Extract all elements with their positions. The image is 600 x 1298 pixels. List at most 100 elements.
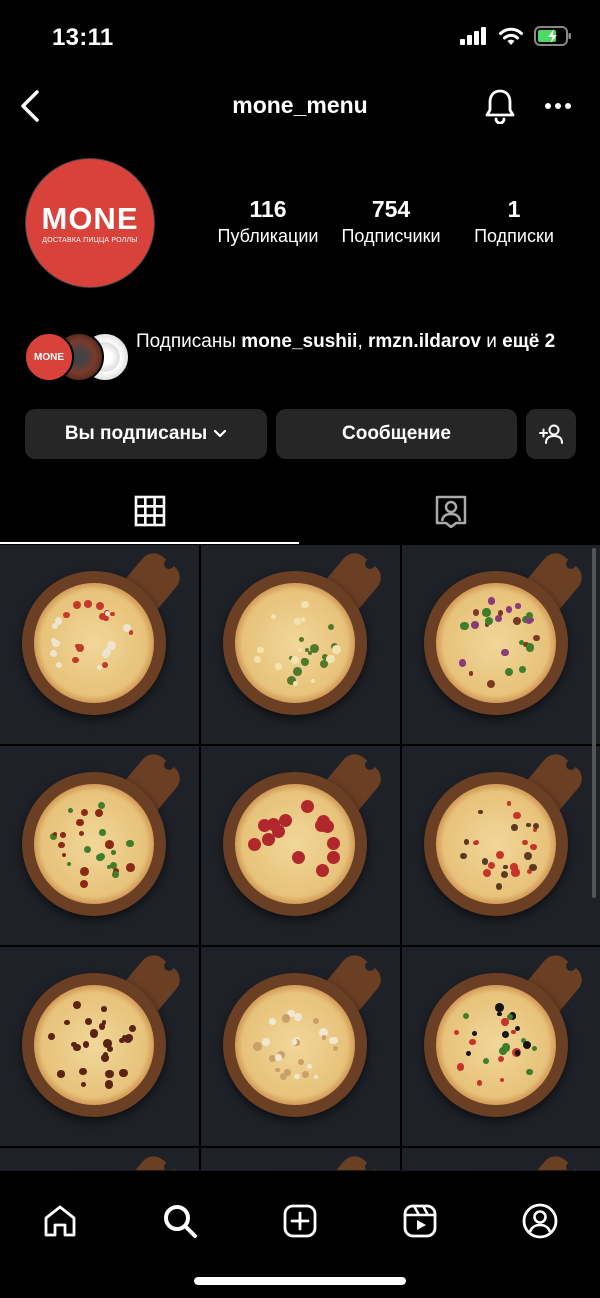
tab-posts-grid[interactable] xyxy=(0,478,299,544)
pizza-topping xyxy=(497,1011,502,1017)
pizza-topping xyxy=(291,655,300,664)
pizza-topping xyxy=(298,647,303,652)
nav-reels[interactable] xyxy=(390,1191,450,1251)
suggested-users-button[interactable] xyxy=(526,409,576,459)
pizza-topping xyxy=(292,667,302,676)
pizza-topping xyxy=(57,1070,65,1078)
pizza-topping xyxy=(61,852,67,858)
stat-posts[interactable]: 116 Публикации xyxy=(210,196,326,249)
board-hole xyxy=(566,559,576,569)
pizza-topping xyxy=(292,680,298,686)
post-thumbnail[interactable] xyxy=(402,746,600,945)
post-thumbnail[interactable] xyxy=(402,545,600,744)
pizza-topping xyxy=(294,1073,300,1080)
pizza-topping xyxy=(526,643,535,652)
pizza-topping xyxy=(327,623,335,631)
pizza-topping xyxy=(465,1050,471,1056)
pizza-topping xyxy=(102,649,110,658)
board-hole xyxy=(164,559,174,569)
pizza-topping xyxy=(261,832,275,846)
tab-tagged[interactable] xyxy=(301,478,600,544)
pizza-topping xyxy=(531,1046,537,1052)
stat-following[interactable]: 1 Подписки xyxy=(458,196,570,249)
pizza-topping xyxy=(275,1067,280,1073)
post-thumbnail[interactable] xyxy=(201,545,400,744)
pizza-topping xyxy=(515,1050,521,1056)
profile-icon xyxy=(522,1203,558,1239)
profile-avatar[interactable]: MONE ДОСТАВКА ПИЦЦА РОЛЛЫ xyxy=(25,158,155,288)
more-options-button[interactable] xyxy=(536,84,580,128)
pizza-topping xyxy=(254,656,262,664)
post-thumbnail[interactable] xyxy=(201,1148,400,1170)
stat-following-count: 1 xyxy=(507,196,521,222)
board-hole xyxy=(164,961,174,971)
pizza-topping xyxy=(506,1014,513,1021)
post-thumbnail[interactable] xyxy=(201,746,400,945)
post-thumbnail[interactable] xyxy=(402,947,600,1146)
pizza-topping xyxy=(275,663,282,671)
pizza-topping xyxy=(313,1018,319,1025)
pizza-topping xyxy=(101,1006,107,1012)
pizza-topping xyxy=(80,809,88,817)
wifi-icon xyxy=(499,27,523,45)
pizza-topping xyxy=(478,810,483,815)
pizza-topping xyxy=(502,864,508,870)
pizza-topping xyxy=(495,883,502,891)
followed-by-user-2[interactable]: rmzn.ildarov xyxy=(368,331,481,352)
pizza-topping xyxy=(80,866,89,876)
pizza-topping xyxy=(473,840,478,846)
pizza-topping xyxy=(300,657,309,666)
post-thumbnail[interactable] xyxy=(0,545,199,744)
pizza-topping xyxy=(94,809,103,818)
pizza-topping xyxy=(98,612,106,620)
post-thumbnail[interactable] xyxy=(402,1148,600,1170)
post-thumbnail[interactable] xyxy=(0,746,199,945)
pizza-topping xyxy=(291,1039,297,1045)
mutual-followers-avatars[interactable]: MONE xyxy=(24,332,130,382)
grid-icon xyxy=(134,495,165,527)
scrollbar[interactable] xyxy=(592,548,596,898)
tagged-icon xyxy=(435,495,466,528)
pizza-topping xyxy=(300,600,309,609)
nav-profile[interactable] xyxy=(510,1191,570,1251)
following-button[interactable]: Вы подписаны xyxy=(25,409,267,459)
pizza-topping xyxy=(522,839,528,846)
pizza-topping xyxy=(460,852,467,860)
board-hole xyxy=(365,559,375,569)
bell-icon xyxy=(485,89,515,124)
pizza-topping xyxy=(327,836,341,850)
pizza-topping xyxy=(314,1074,319,1080)
status-time: 13:11 xyxy=(52,24,114,51)
board-hole xyxy=(566,1162,576,1170)
following-button-label: Вы подписаны xyxy=(64,423,208,444)
pizza-topping xyxy=(105,839,114,849)
pizza-image xyxy=(235,784,355,904)
message-button-label: Сообщение xyxy=(342,423,451,444)
posts-grid xyxy=(0,545,600,1170)
post-thumbnail[interactable] xyxy=(0,947,199,1146)
notifications-button[interactable] xyxy=(478,84,522,128)
post-thumbnail[interactable] xyxy=(201,947,400,1146)
pizza-image xyxy=(34,583,154,703)
pizza-topping xyxy=(460,621,469,630)
pizza-topping xyxy=(498,1047,507,1055)
pizza-topping xyxy=(98,1023,105,1030)
followed-by-user-1[interactable]: mone_sushii xyxy=(241,331,357,352)
pizza-topping xyxy=(55,661,63,669)
nav-search[interactable] xyxy=(150,1191,210,1251)
reels-icon xyxy=(403,1204,437,1238)
post-thumbnail[interactable] xyxy=(0,1148,199,1170)
followed-by-more[interactable]: ещё 2 xyxy=(502,331,555,352)
pizza-topping xyxy=(527,869,533,875)
followed-by-text[interactable]: Подписаны mone_sushii, rmzn.ildarov и ещ… xyxy=(136,328,576,356)
nav-create[interactable] xyxy=(270,1191,330,1251)
mutual-avatar-1-text: MONE xyxy=(34,351,64,363)
add-post-icon xyxy=(283,1204,317,1238)
stat-followers-label: Подписчики xyxy=(341,226,441,246)
pizza-topping xyxy=(48,1033,55,1040)
stat-followers[interactable]: 754 Подписчики xyxy=(334,196,448,249)
pizza-topping xyxy=(511,1030,516,1035)
pizza-topping xyxy=(484,616,494,625)
message-button[interactable]: Сообщение xyxy=(276,409,517,459)
nav-home[interactable] xyxy=(30,1191,90,1251)
